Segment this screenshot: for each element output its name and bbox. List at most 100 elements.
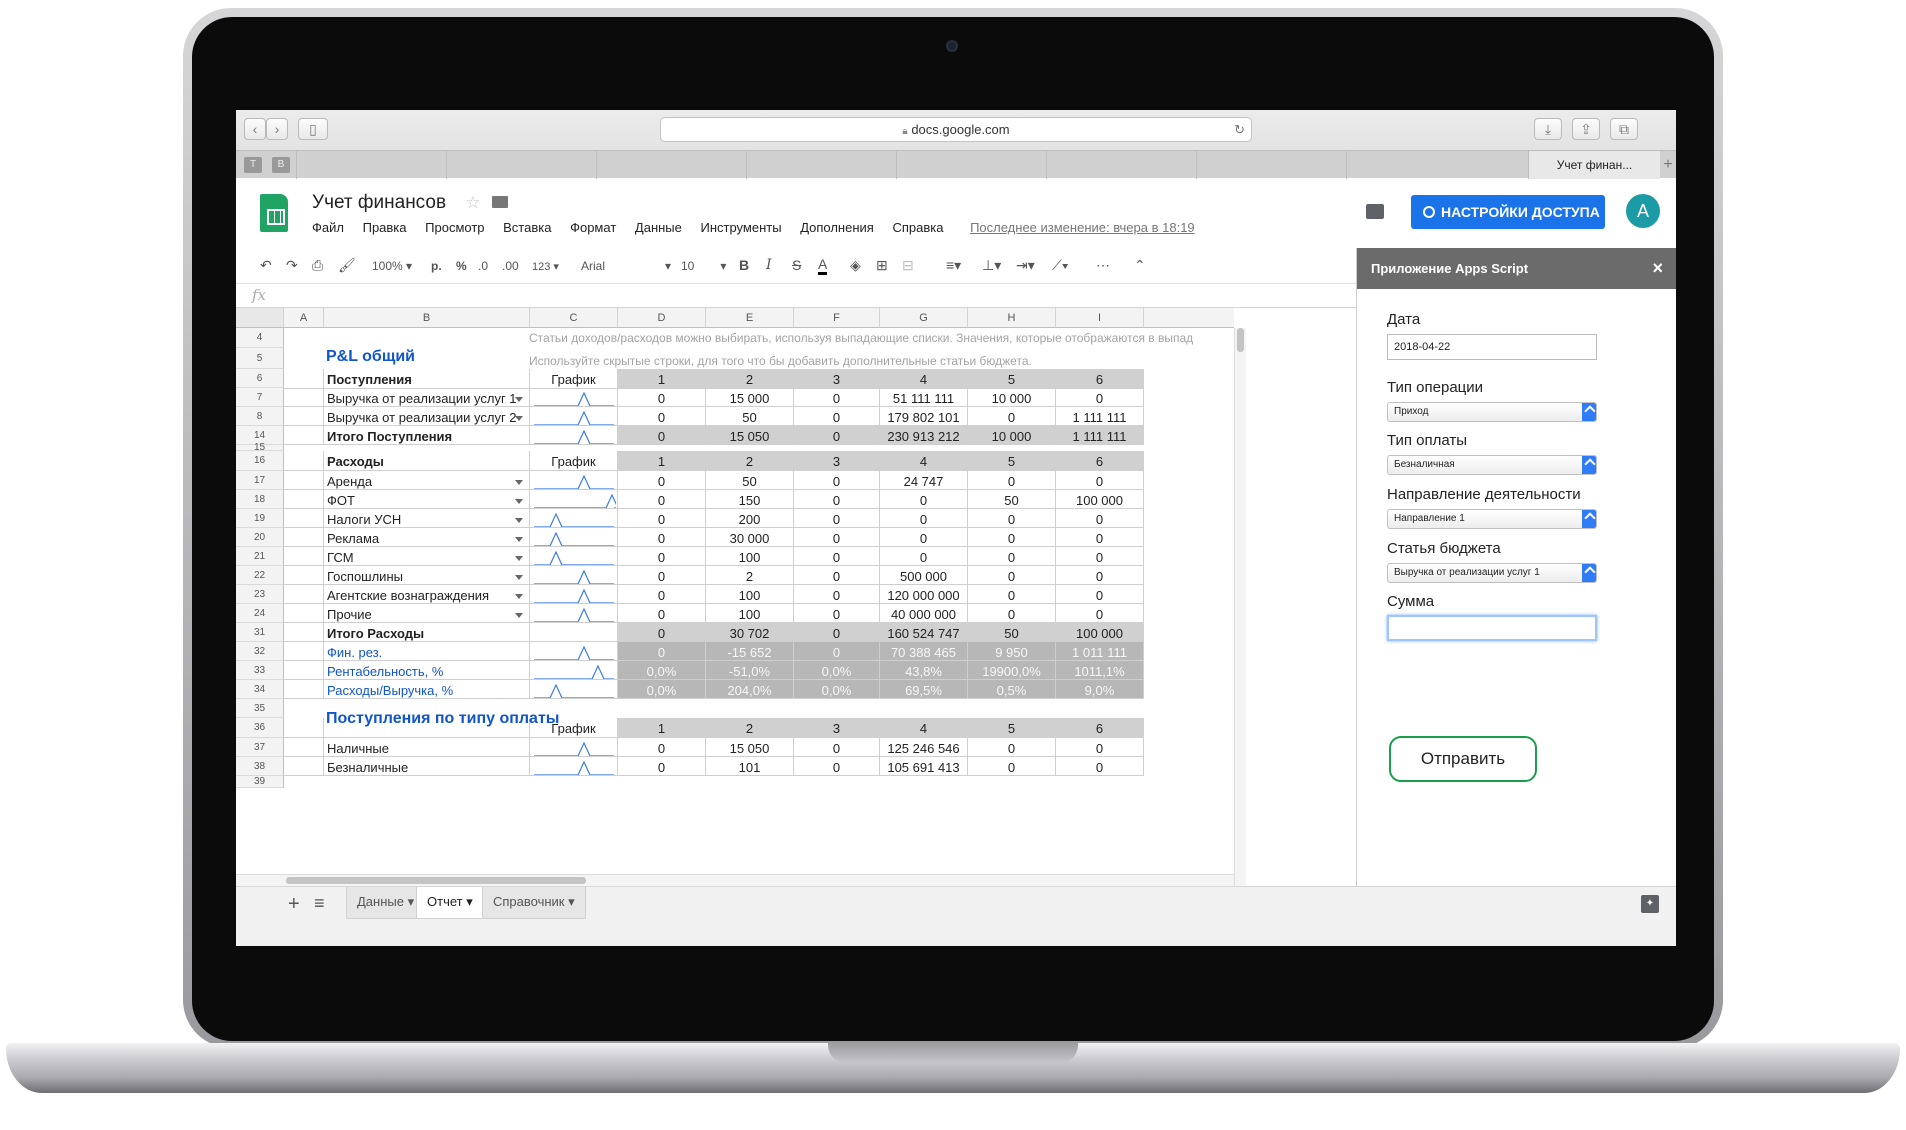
table-cell[interactable]: 0	[794, 407, 880, 426]
row-number[interactable]: 24	[236, 604, 284, 623]
menu-addons[interactable]: Дополнения	[800, 220, 874, 235]
dropdown-arrow-icon[interactable]	[515, 416, 523, 421]
table-cell[interactable]	[530, 757, 618, 776]
table-cell[interactable]: 1 111 111	[1056, 426, 1144, 445]
increase-decimal-button[interactable]: .00	[502, 259, 519, 273]
table-cell[interactable]	[530, 547, 618, 566]
table-cell[interactable]	[530, 566, 618, 585]
row-number[interactable]: 18	[236, 490, 284, 509]
strikethrough-button[interactable]: S	[792, 257, 801, 273]
table-cell[interactable]: 0	[618, 642, 706, 661]
dropdown-arrow-icon[interactable]	[515, 537, 523, 542]
table-cell[interactable]: 0	[794, 642, 880, 661]
table-cell[interactable]: Реклама	[324, 528, 530, 547]
row-number[interactable]: 36	[236, 718, 284, 738]
table-cell[interactable]: 0	[1056, 585, 1144, 604]
table-cell[interactable]: 0	[794, 490, 880, 509]
table-cell[interactable]: Выручка от реализации услуг 1	[324, 388, 530, 407]
text-color-button[interactable]: A	[818, 257, 828, 275]
table-cell[interactable]: 70 388 465	[880, 642, 968, 661]
table-cell[interactable]: Расходы/Выручка, %	[324, 680, 530, 699]
table-cell[interactable]	[284, 585, 324, 604]
favorite-tile[interactable]: T	[244, 157, 262, 173]
payment-type-select[interactable]: Безналичная	[1387, 455, 1597, 475]
table-cell[interactable]: 30 702	[706, 623, 794, 642]
percent-format-button[interactable]: %	[456, 259, 467, 273]
table-cell[interactable]	[284, 471, 324, 490]
table-cell[interactable]: 0	[794, 585, 880, 604]
direction-select[interactable]: Направление 1	[1387, 509, 1597, 529]
table-cell[interactable]: Расходы	[324, 451, 530, 471]
table-cell[interactable]: 0,0%	[794, 680, 880, 699]
column-header[interactable]: E	[706, 308, 794, 328]
table-cell[interactable]	[284, 566, 324, 585]
table-cell[interactable]: 0	[968, 738, 1056, 757]
table-cell[interactable]: 0	[618, 490, 706, 509]
table-cell[interactable]: 1	[618, 718, 706, 738]
table-cell[interactable]: 0	[794, 509, 880, 528]
table-cell[interactable]	[284, 509, 324, 528]
address-bar[interactable]: 🔒︎ docs.google.com ↻	[660, 117, 1252, 142]
table-cell[interactable]: 2	[706, 566, 794, 585]
table-cell[interactable]	[530, 604, 618, 623]
row-number[interactable]: 34	[236, 680, 284, 699]
table-cell[interactable]: -15 652	[706, 642, 794, 661]
table-cell[interactable]: 0	[968, 585, 1056, 604]
column-header[interactable]: A	[284, 308, 324, 328]
table-cell[interactable]: 0	[968, 547, 1056, 566]
table-cell[interactable]: 1 011 111	[1056, 642, 1144, 661]
table-cell[interactable]: 0,5%	[968, 680, 1056, 699]
table-cell[interactable]: 0	[794, 604, 880, 623]
table-cell[interactable]	[530, 642, 618, 661]
google-sheets-logo-icon[interactable]	[260, 194, 288, 232]
table-cell[interactable]: 0	[968, 528, 1056, 547]
table-cell[interactable]: Госпошлины	[324, 566, 530, 585]
table-cell[interactable]: 10 000	[968, 388, 1056, 407]
table-cell[interactable]: 2	[706, 718, 794, 738]
table-cell[interactable]: 200	[706, 509, 794, 528]
table-cell[interactable]: 100	[706, 585, 794, 604]
table-cell[interactable]	[284, 604, 324, 623]
table-cell[interactable]: 0	[618, 426, 706, 445]
table-cell[interactable]: 0	[1056, 547, 1144, 566]
star-icon[interactable]: ☆	[465, 193, 480, 212]
table-cell[interactable]: 0	[968, 604, 1056, 623]
table-cell[interactable]: График	[530, 369, 618, 389]
table-cell[interactable]: 1 111 111	[1056, 407, 1144, 426]
table-cell[interactable]: Итого Поступления	[324, 426, 530, 445]
table-cell[interactable]: Итого Расходы	[324, 623, 530, 642]
table-cell[interactable]: 101	[706, 757, 794, 776]
table-cell[interactable]: Поступления	[324, 369, 530, 389]
table-cell[interactable]: 0,0%	[618, 680, 706, 699]
table-cell[interactable]: 105 691 413	[880, 757, 968, 776]
reload-icon[interactable]: ↻	[1234, 118, 1245, 142]
dropdown-arrow-icon[interactable]	[515, 575, 523, 580]
row-number[interactable]: 22	[236, 566, 284, 585]
print-icon[interactable]: ⎙	[312, 257, 323, 274]
sheet-tab-data[interactable]: Данные ▾	[346, 887, 426, 919]
row-number[interactable]: 16	[236, 451, 284, 471]
table-cell[interactable]: 50	[968, 623, 1056, 642]
explore-icon[interactable]: ✦	[1641, 895, 1659, 913]
column-header[interactable]: B	[324, 308, 530, 328]
row-number[interactable]: 19	[236, 509, 284, 528]
more-options-icon[interactable]: ⋯	[1096, 257, 1110, 274]
column-header[interactable]: C	[530, 308, 618, 328]
table-cell[interactable]	[284, 528, 324, 547]
table-cell[interactable]	[530, 585, 618, 604]
paint-format-icon[interactable]: 🖌︎	[338, 257, 356, 274]
horizontal-scrollbar[interactable]	[236, 874, 1234, 886]
table-cell[interactable]: 0	[618, 738, 706, 757]
menu-view[interactable]: Просмотр	[425, 220, 484, 235]
menu-data[interactable]: Данные	[635, 220, 682, 235]
table-cell[interactable]: 0	[794, 388, 880, 407]
table-cell[interactable]: 24 747	[880, 471, 968, 490]
table-cell[interactable]: 1	[618, 369, 706, 389]
menu-tools[interactable]: Инструменты	[701, 220, 782, 235]
document-title[interactable]: Учет финансов ☆	[312, 192, 508, 214]
table-cell[interactable]: 0	[794, 738, 880, 757]
table-cell[interactable]: 160 524 747	[880, 623, 968, 642]
formula-input[interactable]	[280, 287, 1340, 304]
table-cell[interactable]: 0	[1056, 604, 1144, 623]
all-sheets-button[interactable]: ≡	[314, 893, 325, 914]
